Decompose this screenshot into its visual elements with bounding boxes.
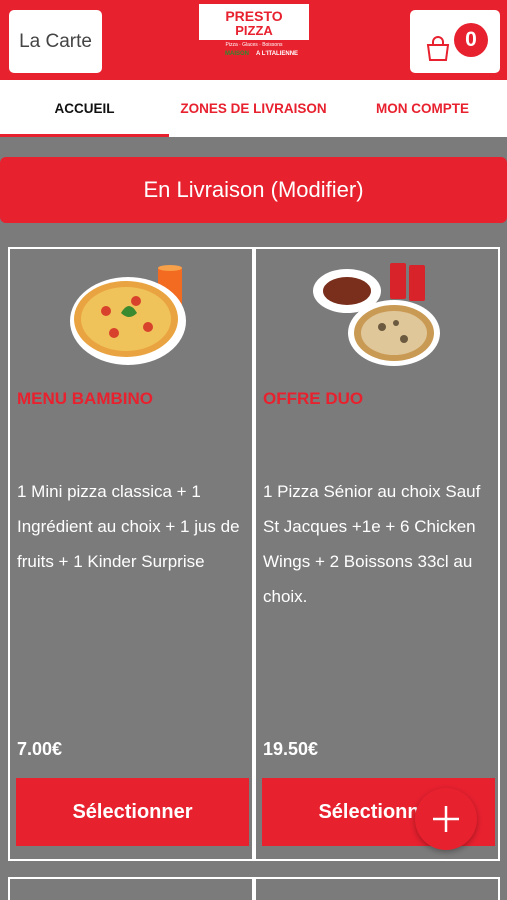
nav-tabs: ACCUEIL ZONES DE LIVRAISON MON COMPTE: [0, 80, 507, 137]
tab-accueil[interactable]: ACCUEIL: [0, 80, 169, 137]
product-card: MENU BAMBINO 1 Mini pizza classica + 1 I…: [8, 247, 254, 861]
logo-tagline-maison: MAISON: [225, 51, 249, 57]
logo-text-presto: PRESTO: [225, 8, 282, 24]
product-description: 1 Mini pizza classica + 1 Ingrédient au …: [17, 482, 240, 571]
la-carte-button[interactable]: La Carte: [9, 10, 102, 73]
plus-icon: [433, 806, 459, 832]
product-card-partial: [8, 877, 254, 900]
logo-subtitle: Pizza · Glaces · Boissons: [226, 42, 283, 48]
pizza-wings-sodas-image: [313, 263, 440, 366]
product-title: OFFRE DUO: [263, 389, 364, 408]
presto-pizza-logo[interactable]: PRESTO PIZZA Pizza · Glaces · Boissons M…: [197, 2, 311, 58]
product-title: MENU BAMBINO: [17, 389, 153, 408]
product-price: 7.00€: [17, 739, 63, 759]
cart-button[interactable]: 0: [410, 10, 500, 73]
logo-text-pizza: PIZZA: [235, 23, 273, 38]
product-card: OFFRE DUO 1 Pizza Sénior au choix Sauf S…: [254, 247, 500, 861]
product-card-partial: [254, 877, 500, 900]
tab-mon-compte[interactable]: MON COMPTE: [338, 80, 507, 137]
select-button[interactable]: Sélectionner: [16, 778, 249, 846]
shopping-bag-icon: [426, 36, 450, 61]
tab-zones-de-livraison[interactable]: ZONES DE LIVRAISON: [169, 80, 338, 137]
add-fab-button[interactable]: [415, 788, 477, 850]
product-price: 19.50€: [263, 739, 319, 759]
app-header: La Carte PRESTO PIZZA Pizza · Glaces · B…: [0, 0, 507, 80]
cart-count-badge: 0: [454, 23, 488, 57]
logo-tagline-italienne: A L'ITALIENNE: [256, 51, 298, 57]
delivery-mode-button[interactable]: En Livraison (Modifier): [0, 157, 507, 223]
product-description: 1 Pizza Sénior au choix Sauf St Jacques …: [263, 482, 481, 606]
pizza-with-juice-image: [70, 265, 186, 365]
